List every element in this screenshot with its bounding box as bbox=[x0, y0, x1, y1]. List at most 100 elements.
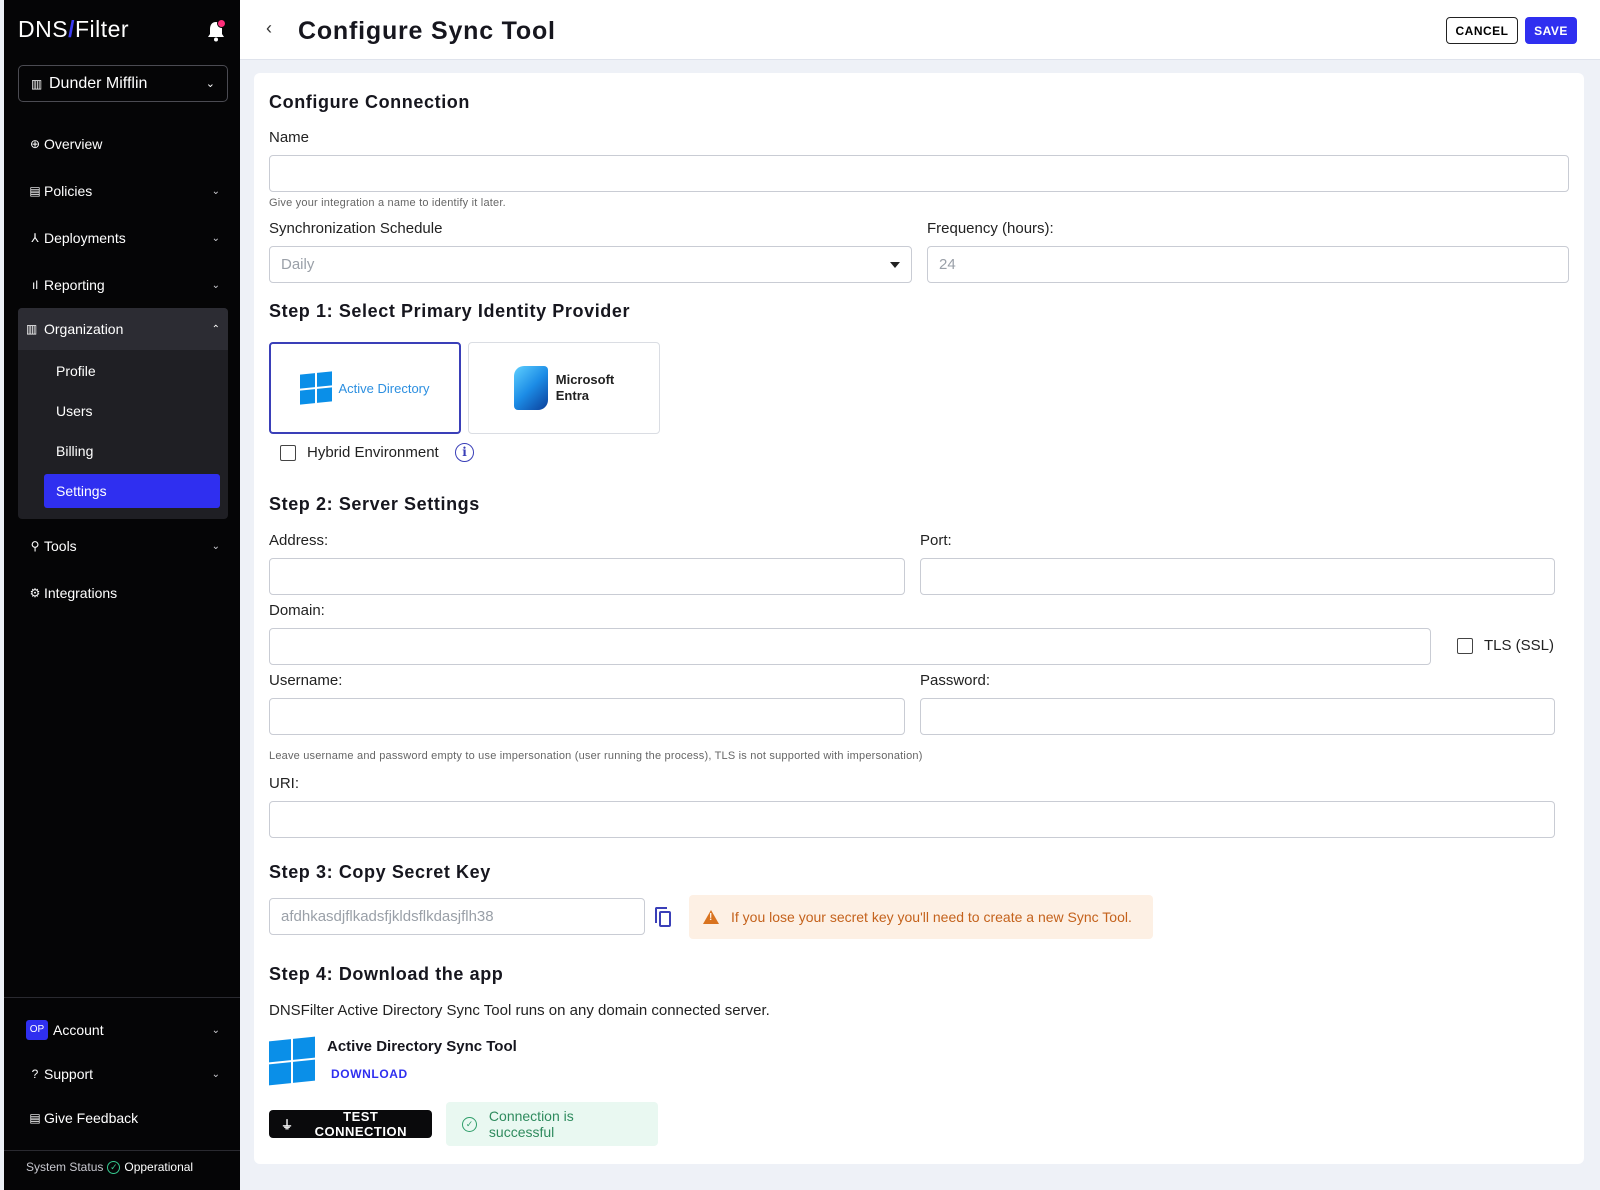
feedback-icon: ▤ bbox=[29, 1111, 41, 1125]
username-input[interactable] bbox=[269, 698, 905, 735]
section-heading-step4: Step 4: Download the app bbox=[269, 964, 504, 984]
org-name: Dunder Mifflin bbox=[49, 74, 148, 92]
secret-key-warning: If you lose your secret key you'll need … bbox=[689, 895, 1153, 939]
page-header: ‹ Configure Sync Tool CANCEL SAVE bbox=[240, 0, 1600, 60]
sidebar-subitem-users[interactable]: Users bbox=[44, 394, 220, 428]
sidebar-item-label: Account bbox=[53, 1022, 104, 1038]
org-selector[interactable]: ▥ Dunder Mifflin ⌄ bbox=[18, 65, 228, 102]
brand-slash: / bbox=[68, 16, 75, 42]
username-label: Username: bbox=[269, 672, 343, 689]
windows-logo-icon bbox=[300, 371, 333, 405]
port-label: Port: bbox=[920, 532, 952, 549]
password-label: Password: bbox=[920, 672, 991, 689]
sidebar-item-reporting[interactable]: ıl Reporting ⌄ bbox=[18, 265, 228, 305]
uri-input[interactable] bbox=[269, 801, 1555, 838]
info-icon[interactable]: i bbox=[455, 443, 474, 462]
tls-label: TLS (SSL) bbox=[1484, 637, 1555, 654]
provider-active-directory[interactable]: Active Directory bbox=[269, 342, 461, 434]
policy-icon: ▤ bbox=[29, 184, 41, 198]
sidebar-item-label: Deployments bbox=[44, 230, 126, 246]
sidebar-item-tools[interactable]: ⚲ Tools ⌄ bbox=[18, 526, 228, 566]
app-name: Active Directory Sync Tool bbox=[327, 1038, 517, 1055]
system-status[interactable]: System Status ✓ Opperational bbox=[26, 1160, 193, 1174]
brand-logo[interactable]: DNS/Filter bbox=[18, 16, 129, 43]
sidebar-item-feedback[interactable]: ▤ Give Feedback bbox=[18, 1098, 228, 1138]
organization-group: ▥ Organization ⌃ Profile Users Billing S… bbox=[18, 308, 228, 519]
sidebar-divider bbox=[4, 1150, 240, 1151]
sidebar-item-deployments[interactable]: ⅄ Deployments ⌄ bbox=[18, 218, 228, 258]
help-icon: ? bbox=[31, 1067, 39, 1081]
building-icon: ▥ bbox=[26, 322, 38, 336]
chevron-down-icon: ⌄ bbox=[211, 279, 220, 291]
name-input[interactable] bbox=[269, 155, 1569, 192]
sidebar-item-label: Give Feedback bbox=[44, 1110, 139, 1126]
secret-key-value: afdhkasdjflkadsfjkldsflkdasjflh38 bbox=[281, 908, 494, 925]
name-label: Name bbox=[269, 129, 310, 146]
notification-dot bbox=[217, 19, 226, 28]
schedule-label: Synchronization Schedule bbox=[269, 220, 443, 237]
sidebar-item-label: Support bbox=[44, 1066, 94, 1082]
section-heading-connection: Configure Connection bbox=[269, 92, 470, 112]
provider-label-line2: Entra bbox=[555, 388, 589, 403]
avatar: OP bbox=[26, 1020, 48, 1040]
hybrid-label: Hybrid Environment bbox=[307, 444, 439, 461]
schedule-select[interactable]: Daily bbox=[269, 246, 912, 283]
copy-icon[interactable] bbox=[655, 907, 671, 927]
frequency-label: Frequency (hours): bbox=[927, 220, 1054, 237]
check-circle-icon: ✓ bbox=[107, 1160, 121, 1174]
tls-checkbox[interactable] bbox=[1457, 638, 1473, 654]
uri-label: URI: bbox=[269, 775, 299, 792]
sidebar-item-label: Reporting bbox=[44, 277, 105, 293]
provider-label: Active Directory bbox=[338, 380, 430, 396]
sidebar-subitem-billing[interactable]: Billing bbox=[44, 434, 220, 468]
sidebar-item-overview[interactable]: ⊕ Overview bbox=[18, 124, 228, 164]
address-input[interactable] bbox=[269, 558, 905, 595]
port-input[interactable] bbox=[920, 558, 1555, 595]
test-connection-button[interactable]: ⏚ TEST CONNECTION bbox=[269, 1109, 432, 1139]
section-heading-step3: Step 3: Copy Secret Key bbox=[269, 862, 491, 882]
cancel-button[interactable]: CANCEL bbox=[1446, 17, 1518, 44]
caret-down-icon bbox=[890, 261, 900, 268]
chevron-up-icon: ⌃ bbox=[211, 323, 220, 335]
sidebar-subitem-profile[interactable]: Profile bbox=[44, 354, 220, 388]
download-link[interactable]: DOWNLOAD bbox=[331, 1067, 408, 1081]
credentials-hint: Leave username and password empty to use… bbox=[269, 750, 923, 762]
sidebar-item-organization[interactable]: ▥ Organization ⌃ bbox=[18, 308, 228, 350]
system-status-label: System Status bbox=[26, 1160, 104, 1174]
sidebar-item-support[interactable]: ? Support ⌄ bbox=[18, 1054, 228, 1094]
connection-status-text: Connection is successful bbox=[488, 1108, 574, 1140]
chevron-down-icon: ⌄ bbox=[211, 1024, 220, 1036]
sidebar-item-label: Overview bbox=[44, 136, 103, 152]
password-input[interactable] bbox=[920, 698, 1555, 735]
sidebar-item-integrations[interactable]: ⚙ Integrations bbox=[18, 573, 228, 613]
warning-icon bbox=[703, 910, 719, 924]
sidebar-subitem-label: Users bbox=[56, 403, 93, 419]
sidebar-item-account[interactable]: OP Account ⌄ bbox=[18, 1010, 228, 1050]
microsoft-entra-logo-icon bbox=[513, 366, 548, 410]
sidebar-subitem-label: Settings bbox=[56, 483, 107, 499]
back-arrow-icon[interactable]: ‹ bbox=[266, 18, 272, 39]
sidebar: DNS/Filter ▥ Dunder Mifflin ⌄ ⊕ Overview… bbox=[4, 0, 240, 1190]
sidebar-item-policies[interactable]: ▤ Policies ⌄ bbox=[18, 171, 228, 211]
system-status-value: Opperational bbox=[124, 1160, 194, 1174]
chevron-down-icon: ⌄ bbox=[205, 78, 215, 90]
page-title: Configure Sync Tool bbox=[298, 17, 556, 45]
provider-microsoft-entra[interactable]: Microsoft Entra bbox=[468, 342, 660, 434]
secret-key-field[interactable]: afdhkasdjflkadsfjkldsflkdasjflh38 bbox=[269, 898, 645, 935]
chevron-down-icon: ⌄ bbox=[211, 185, 220, 197]
frequency-input[interactable]: 24 bbox=[927, 246, 1569, 283]
domain-label: Domain: bbox=[269, 602, 325, 619]
building-icon: ▥ bbox=[31, 76, 43, 91]
download-description: DNSFilter Active Directory Sync Tool run… bbox=[269, 1002, 770, 1019]
check-circle-icon: ✓ bbox=[462, 1116, 477, 1132]
configure-card: Configure Connection Name Give your inte… bbox=[254, 73, 1584, 1164]
wrench-icon: ⚲ bbox=[30, 539, 40, 553]
save-button[interactable]: SAVE bbox=[1525, 17, 1577, 44]
hybrid-checkbox[interactable] bbox=[280, 445, 296, 461]
brand-text-filter: Filter bbox=[74, 16, 130, 42]
sidebar-item-label: Tools bbox=[44, 538, 77, 554]
chevron-down-icon: ⌄ bbox=[211, 232, 220, 244]
sidebar-subitem-settings[interactable]: Settings bbox=[44, 474, 220, 508]
windows-logo-icon bbox=[269, 1036, 315, 1086]
domain-input[interactable] bbox=[269, 628, 1431, 665]
